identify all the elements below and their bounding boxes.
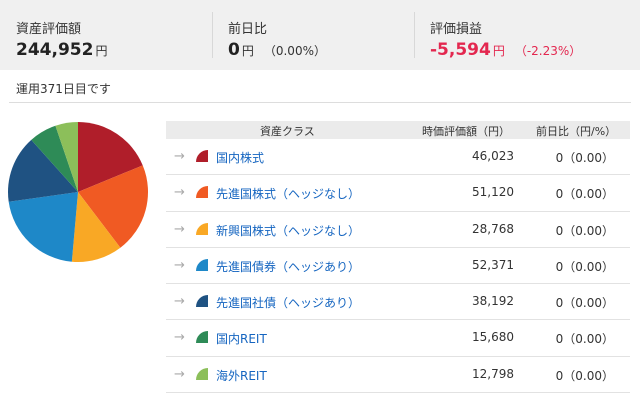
- table-row[interactable]: → 先進国債券（ヘッジあり） 52,371 0（0.00）: [166, 248, 630, 285]
- asset-class-link[interactable]: 先進国債券（ヘッジあり）: [216, 258, 360, 275]
- color-swatch-icon: [196, 331, 208, 344]
- allocation-pie-chart: [8, 122, 149, 262]
- table-row[interactable]: → 先進国株式（ヘッジなし） 51,120 0（0.00）: [166, 175, 630, 212]
- header-day-change: 前日比（円/%）: [536, 125, 617, 138]
- market-value-cell: 51,120: [472, 185, 514, 200]
- table-row[interactable]: → 新興国株式（ヘッジなし） 28,768 0（0.00）: [166, 212, 630, 248]
- section-divider: [9, 102, 631, 103]
- day-change-cell: 0（0.00）: [555, 151, 614, 165]
- table-row[interactable]: → 先進国社債（ヘッジあり） 38,192 0（0.00）: [166, 284, 630, 321]
- total-assets-value-wrap: 244,952 円: [16, 40, 107, 60]
- market-value-cell: 12,798: [472, 366, 514, 381]
- arrow-right-icon[interactable]: →: [174, 222, 185, 237]
- asset-class-link[interactable]: 先進国社債（ヘッジあり）: [216, 294, 360, 311]
- market-value-cell: 52,371: [472, 257, 514, 272]
- asset-class-table: 資産クラス 時価評価額（円） 前日比（円/%） → 国内株式 46,023 0（0.0…: [166, 121, 630, 394]
- arrow-right-icon[interactable]: →: [174, 330, 185, 345]
- header-asset-class: 資産クラス: [260, 125, 315, 138]
- profit-loss-unit: 円: [492, 44, 505, 58]
- day-change-cell: 0（0.00）: [555, 296, 614, 311]
- total-assets-unit: 円: [95, 44, 108, 58]
- arrow-right-icon[interactable]: →: [174, 294, 185, 309]
- summary-divider: [414, 12, 415, 58]
- color-swatch-icon: [196, 150, 208, 162]
- total-assets-value: 244,952: [16, 40, 94, 60]
- asset-class-link[interactable]: 海外REIT: [216, 367, 267, 384]
- profit-loss-value-wrap: -5,594 円 （-2.23%）: [430, 40, 581, 60]
- day-change-label: 前日比: [228, 22, 268, 37]
- table-body: → 国内株式 46,023 0（0.00） → 先進国株式（ヘッジなし） 51,120 0（0…: [166, 139, 630, 394]
- color-swatch-icon: [196, 258, 208, 271]
- day-change-unit: 円: [241, 44, 254, 58]
- summary-divider: [212, 12, 213, 58]
- day-change-cell: 0（0.00）: [555, 187, 614, 202]
- asset-class-link[interactable]: 新興国株式（ヘッジなし）: [216, 222, 360, 239]
- pie-slice: [8, 192, 78, 262]
- arrow-right-icon[interactable]: →: [174, 258, 185, 273]
- color-swatch-icon: [196, 295, 208, 308]
- market-value-cell: 38,192: [472, 294, 514, 309]
- header-market-value: 時価評価額（円）: [422, 125, 510, 138]
- profit-loss-label: 評価損益: [430, 22, 483, 37]
- asset-class-link[interactable]: 国内株式: [216, 149, 264, 166]
- market-value-cell: 46,023: [472, 149, 514, 163]
- day-change-cell: 0（0.00）: [555, 223, 614, 238]
- total-assets-label: 資産評価額: [16, 22, 82, 37]
- market-value-cell: 28,768: [472, 221, 514, 236]
- day-change-value: 0: [228, 40, 240, 60]
- market-value-cell: 15,680: [472, 330, 514, 345]
- table-row[interactable]: → 国内REIT 15,680 0（0.00）: [166, 320, 630, 357]
- day-change-cell: 0（0.00）: [555, 368, 614, 383]
- color-swatch-icon: [196, 222, 208, 235]
- table-row[interactable]: → 国内株式 46,023 0（0.00）: [166, 139, 630, 176]
- profit-loss-pct: （-2.23%）: [514, 44, 582, 58]
- day-change-pct: （0.00%）: [263, 44, 326, 58]
- color-swatch-icon: [196, 367, 208, 380]
- day-change-cell: 0（0.00）: [555, 332, 614, 347]
- table-header: 資産クラス 時価評価額（円） 前日比（円/%）: [166, 121, 630, 139]
- summary-bar: 資産評価額 244,952 円 前日比 0 円（0.00%） 評価損益 -5,594…: [0, 0, 640, 70]
- arrow-right-icon[interactable]: →: [174, 185, 185, 200]
- table-row[interactable]: → 海外REIT 12,798 0（0.00）: [166, 357, 630, 394]
- asset-class-link[interactable]: 国内REIT: [216, 330, 267, 347]
- day-change-value-wrap: 0 円 （0.00%）: [228, 40, 326, 60]
- arrow-right-icon[interactable]: →: [174, 149, 185, 164]
- day-change-cell: 0（0.00）: [555, 259, 614, 274]
- operation-days-text: 運用371日目です: [16, 82, 111, 96]
- arrow-right-icon[interactable]: →: [174, 367, 185, 382]
- profit-loss-value: -5,594: [430, 40, 491, 60]
- color-swatch-icon: [196, 186, 208, 199]
- asset-class-link[interactable]: 先進国株式（ヘッジなし）: [216, 185, 360, 202]
